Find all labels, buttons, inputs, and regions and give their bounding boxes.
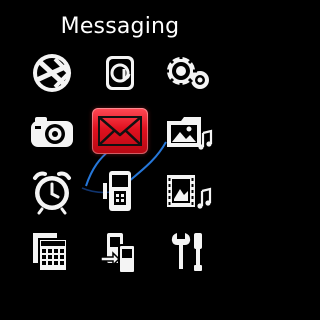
- phone-transfer-icon: [100, 233, 136, 274]
- film-music-icon: [167, 175, 212, 209]
- menu-item-settings[interactable]: [158, 48, 218, 98]
- tools-icon: [171, 233, 202, 271]
- internet-globe-icon: [33, 54, 71, 92]
- folder-gallery-icon: [167, 117, 213, 150]
- phone-device-icon: [103, 171, 131, 211]
- at-sign-icon: [106, 56, 134, 90]
- phone-screen: Messaging: [0, 0, 240, 320]
- calendar-pages-icon: [33, 233, 68, 272]
- menu-item-organizer[interactable]: [22, 226, 82, 276]
- menu-item-email[interactable]: [90, 48, 150, 98]
- menu-item-messaging[interactable]: [92, 108, 148, 154]
- menu-item-alarm[interactable]: [22, 166, 82, 216]
- menu-item-connectivity[interactable]: [90, 226, 150, 276]
- menu-item-files[interactable]: [158, 106, 218, 156]
- menu-item-internet[interactable]: [22, 48, 82, 98]
- gears-icon: [165, 55, 209, 89]
- alarm-clock-icon: [33, 171, 71, 215]
- envelope-icon: [98, 116, 142, 146]
- camera-icon: [31, 117, 73, 147]
- menu-item-media[interactable]: [158, 166, 218, 216]
- menu-item-tools[interactable]: [158, 226, 218, 276]
- screen-title: Messaging: [60, 14, 180, 39]
- menu-item-phone-manager[interactable]: [90, 166, 150, 216]
- menu-item-camera[interactable]: [22, 106, 82, 156]
